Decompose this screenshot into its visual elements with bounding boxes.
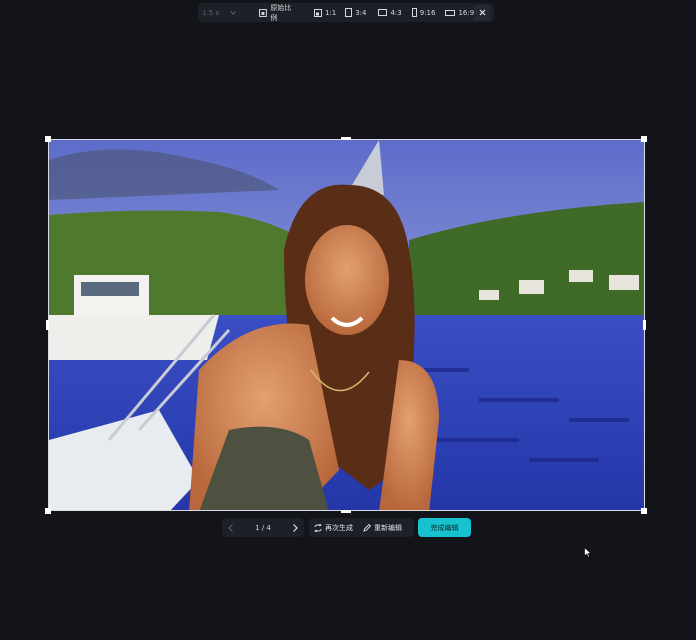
- regenerate-button[interactable]: 再次生成: [314, 523, 353, 533]
- page-indicator: 1 / 4: [255, 523, 271, 532]
- ratio-1-1-button[interactable]: 1:1: [313, 8, 337, 17]
- ratio-3-4-label: 3:4: [355, 8, 367, 17]
- ratio-9-16-button[interactable]: 9:16: [411, 8, 436, 17]
- resize-handle-right[interactable]: [643, 320, 646, 330]
- portrait-ratio-icon: [345, 8, 353, 17]
- scale-value: 1.5 x: [202, 8, 220, 17]
- chevron-down-icon: [229, 10, 236, 15]
- resize-handle-bottom[interactable]: [341, 510, 351, 513]
- boat-window: [81, 282, 139, 296]
- ratio-16-9-button[interactable]: 16:9: [445, 9, 474, 17]
- reedit-label: 重新编辑: [374, 523, 402, 532]
- landscape-ratio-icon: [378, 9, 388, 16]
- original-ratio-icon: [259, 8, 268, 17]
- ratio-16-9-label: 16:9: [458, 8, 475, 17]
- aspect-ratio-toolbar: 1.5 x 原始比例 1:1 3:4 4:3 9:16 16:9: [198, 3, 494, 22]
- wide-ratio-icon: [445, 9, 456, 16]
- ratio-1-1-label: 1:1: [324, 8, 337, 17]
- pencil-icon: [363, 523, 371, 532]
- resize-handle-left[interactable]: [46, 320, 49, 330]
- square-ratio-icon: [313, 8, 322, 17]
- resize-handle-bottom-right[interactable]: [641, 508, 647, 514]
- resize-handle-top[interactable]: [341, 137, 351, 140]
- finish-edit-button[interactable]: 完成编辑: [418, 518, 471, 537]
- refresh-icon: [314, 523, 322, 532]
- prev-page-icon[interactable]: [228, 523, 234, 532]
- resize-handle-bottom-left[interactable]: [45, 508, 51, 514]
- ratio-9-16-label: 9:16: [419, 8, 436, 17]
- ratio-original-button[interactable]: 原始比例: [259, 3, 298, 23]
- scale-select[interactable]: 1.5 x: [202, 9, 247, 17]
- next-page-icon[interactable]: [292, 523, 298, 532]
- close-button[interactable]: [474, 4, 490, 21]
- resize-handle-top-right[interactable]: [641, 136, 647, 142]
- ratio-3-4-button[interactable]: 3:4: [345, 8, 366, 17]
- ratio-original-label: 原始比例: [270, 3, 292, 22]
- ratio-4-3-label: 4:3: [390, 8, 402, 17]
- mouse-cursor-icon: [584, 547, 592, 558]
- resize-handle-top-left[interactable]: [45, 136, 51, 142]
- tall-ratio-icon: [411, 8, 417, 17]
- edit-actions: 再次生成 重新编辑: [309, 518, 414, 537]
- generated-photo: [49, 140, 644, 510]
- image-canvas[interactable]: [48, 139, 645, 511]
- face: [305, 225, 389, 335]
- close-icon: [479, 9, 486, 16]
- regenerate-label: 再次生成: [325, 523, 353, 532]
- page-navigator: 1 / 4: [222, 518, 304, 537]
- ratio-4-3-button[interactable]: 4:3: [378, 8, 402, 17]
- reedit-button[interactable]: 重新编辑: [363, 523, 402, 533]
